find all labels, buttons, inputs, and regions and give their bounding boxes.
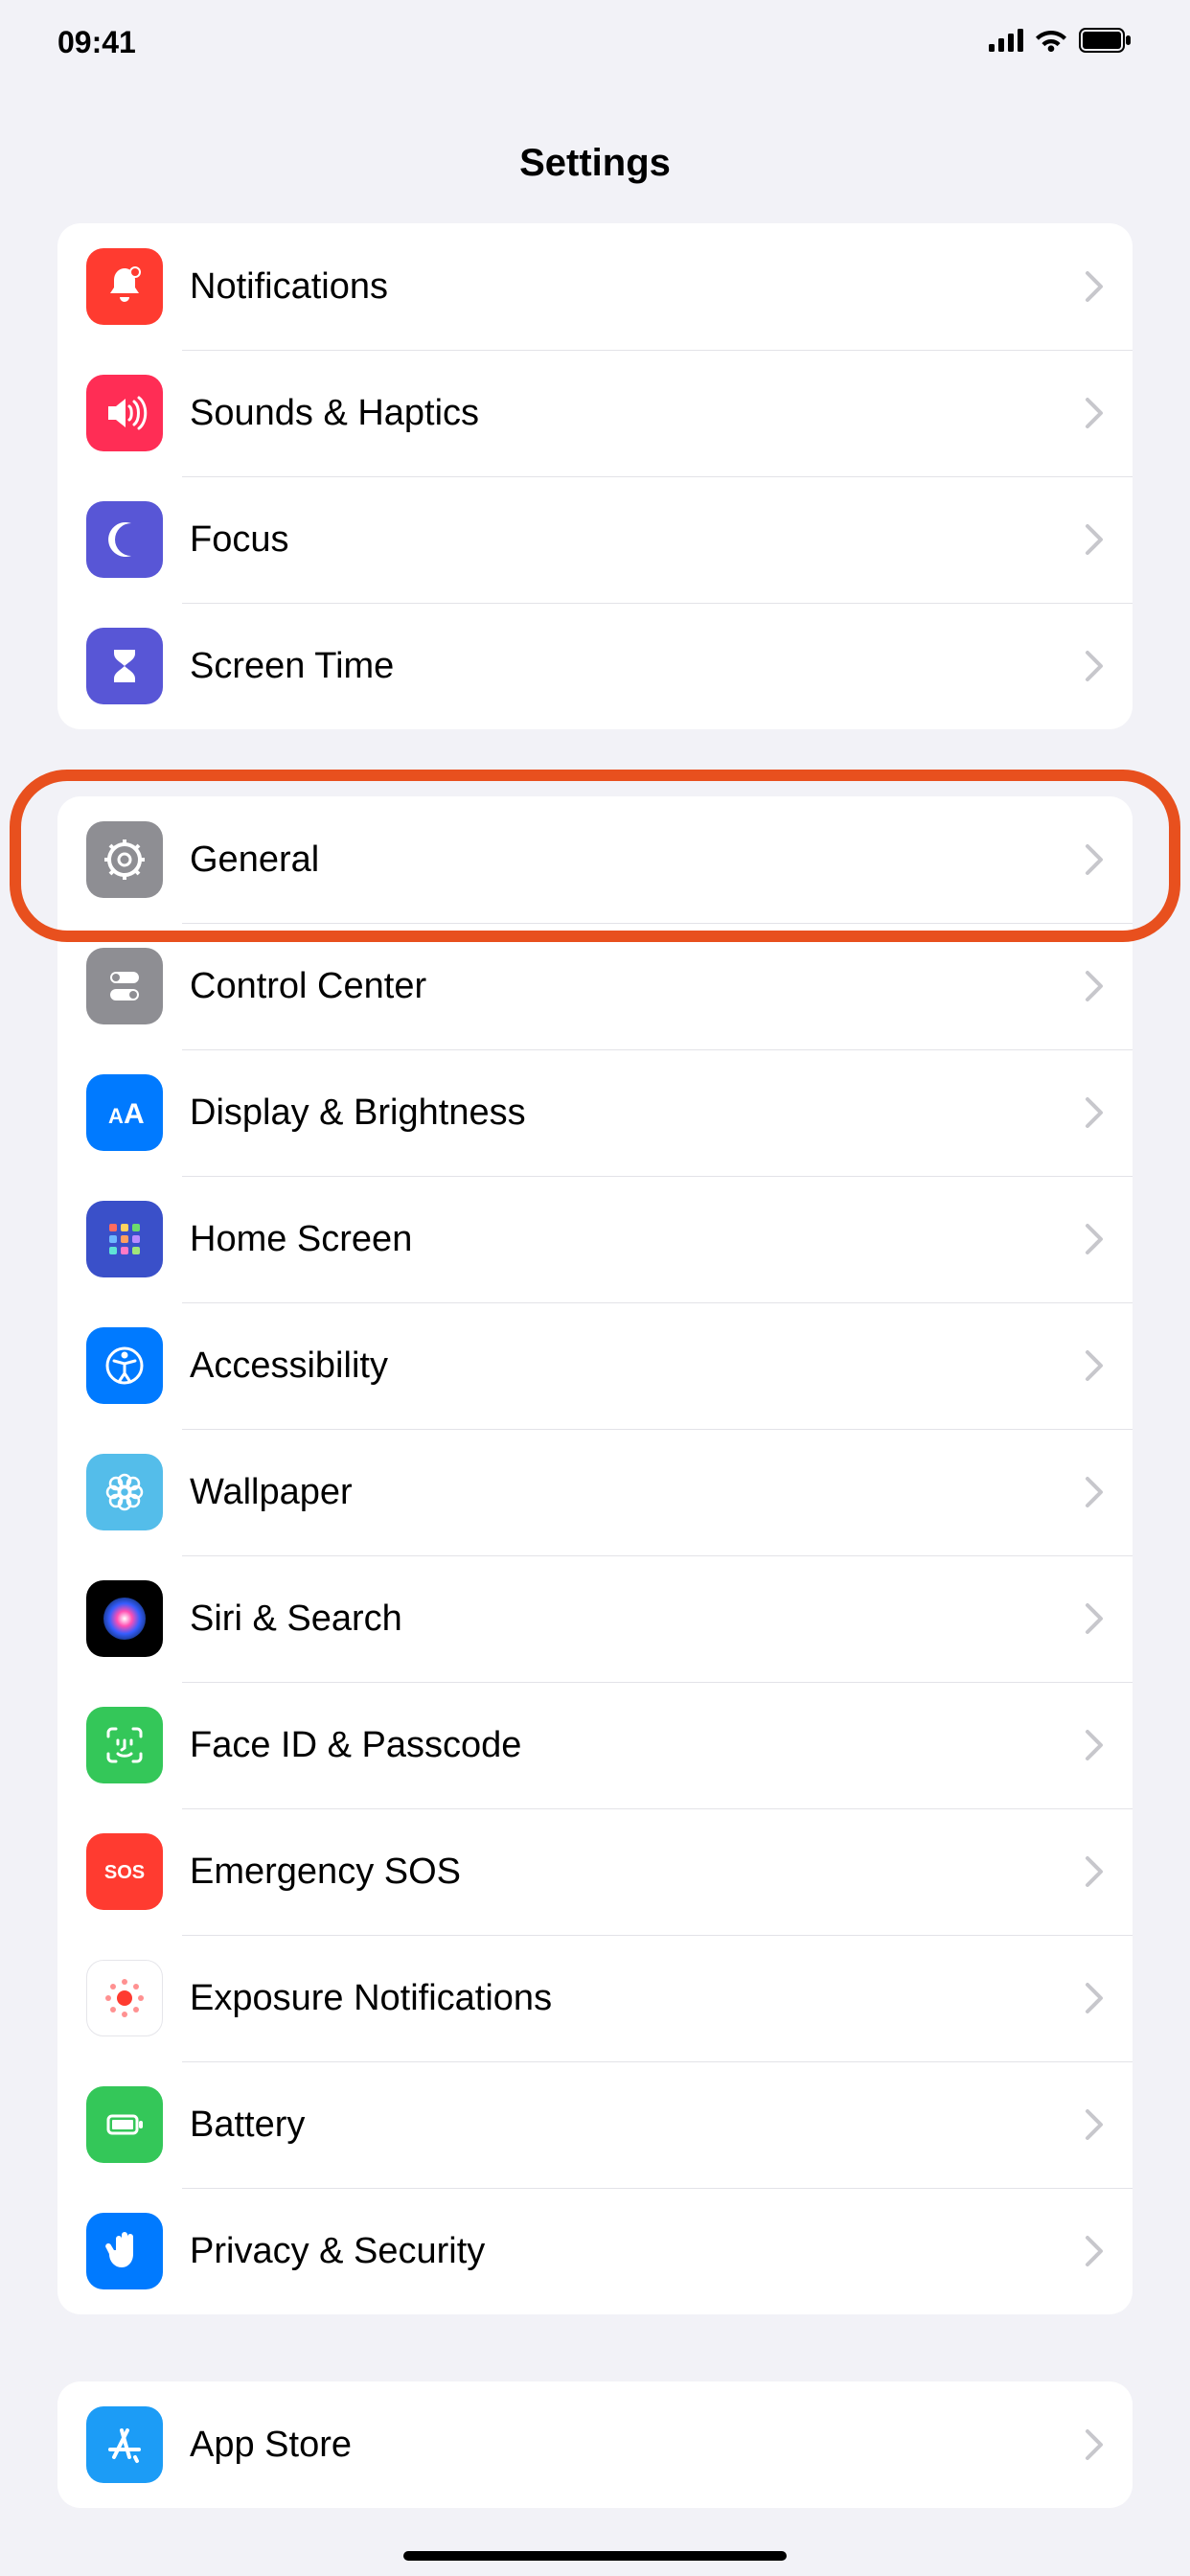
svg-text:A: A bbox=[108, 1104, 124, 1128]
battery-icon bbox=[86, 2086, 163, 2163]
row-label: Sounds & Haptics bbox=[190, 393, 1085, 434]
chevron-right-icon bbox=[1085, 523, 1104, 556]
row-screen-time[interactable]: Screen Time bbox=[57, 603, 1133, 729]
chevron-right-icon bbox=[1085, 2108, 1104, 2141]
chevron-right-icon bbox=[1085, 1223, 1104, 1255]
chevron-right-icon bbox=[1085, 1602, 1104, 1635]
cellular-signal-icon bbox=[989, 29, 1023, 57]
row-label: App Store bbox=[190, 2425, 1085, 2466]
chevron-right-icon bbox=[1085, 270, 1104, 303]
row-siri[interactable]: Siri & Search bbox=[57, 1555, 1133, 1682]
page-title: Settings bbox=[0, 142, 1190, 185]
row-label: Accessibility bbox=[190, 1346, 1085, 1387]
row-face-id[interactable]: Face ID & Passcode bbox=[57, 1682, 1133, 1808]
chevron-right-icon bbox=[1085, 1096, 1104, 1129]
moon-icon bbox=[86, 501, 163, 578]
row-app-store[interactable]: App Store bbox=[57, 2381, 1133, 2508]
row-display[interactable]: AA Display & Brightness bbox=[57, 1049, 1133, 1176]
switches-icon bbox=[86, 948, 163, 1024]
status-icons bbox=[989, 28, 1133, 58]
row-battery[interactable]: Battery bbox=[57, 2061, 1133, 2188]
status-bar: 09:41 bbox=[0, 0, 1190, 84]
chevron-right-icon bbox=[1085, 2428, 1104, 2461]
hand-icon bbox=[86, 2213, 163, 2289]
speaker-wave-icon bbox=[86, 375, 163, 451]
row-label: Face ID & Passcode bbox=[190, 1725, 1085, 1766]
chevron-right-icon bbox=[1085, 1476, 1104, 1508]
svg-text:A: A bbox=[124, 1098, 145, 1130]
faceid-icon bbox=[86, 1707, 163, 1783]
row-label: Battery bbox=[190, 2104, 1085, 2146]
chevron-right-icon bbox=[1085, 2235, 1104, 2267]
row-label: General bbox=[190, 840, 1085, 881]
row-label: Display & Brightness bbox=[190, 1092, 1085, 1134]
gear-icon bbox=[86, 821, 163, 898]
row-focus[interactable]: Focus bbox=[57, 476, 1133, 603]
row-accessibility[interactable]: Accessibility bbox=[57, 1302, 1133, 1429]
row-label: Exposure Notifications bbox=[190, 1978, 1085, 2019]
row-home-screen[interactable]: Home Screen bbox=[57, 1176, 1133, 1302]
chevron-right-icon bbox=[1085, 397, 1104, 429]
row-label: Wallpaper bbox=[190, 1472, 1085, 1513]
flower-icon bbox=[86, 1454, 163, 1530]
row-label: Emergency SOS bbox=[190, 1852, 1085, 1893]
row-control-center[interactable]: Control Center bbox=[57, 923, 1133, 1049]
row-label: Home Screen bbox=[190, 1219, 1085, 1260]
hourglass-icon bbox=[86, 628, 163, 704]
app-grid-icon bbox=[86, 1201, 163, 1277]
chevron-right-icon bbox=[1085, 843, 1104, 876]
bell-badge-icon bbox=[86, 248, 163, 325]
settings-group: App Store bbox=[57, 2381, 1133, 2508]
row-label: Notifications bbox=[190, 266, 1085, 308]
textsize-icon: AA bbox=[86, 1074, 163, 1151]
row-label: Privacy & Security bbox=[190, 2231, 1085, 2272]
row-notifications[interactable]: Notifications bbox=[57, 223, 1133, 350]
svg-text:SOS: SOS bbox=[104, 1862, 145, 1883]
row-label: Focus bbox=[190, 519, 1085, 561]
sos-icon: SOS bbox=[86, 1833, 163, 1910]
chevron-right-icon bbox=[1085, 1982, 1104, 2014]
settings-group: Notifications Sounds & Haptics Focus Scr… bbox=[57, 223, 1133, 729]
appstore-icon bbox=[86, 2406, 163, 2483]
home-indicator bbox=[403, 2551, 787, 2561]
row-sounds[interactable]: Sounds & Haptics bbox=[57, 350, 1133, 476]
title-bar: Settings bbox=[0, 84, 1190, 223]
chevron-right-icon bbox=[1085, 1349, 1104, 1382]
row-exposure[interactable]: Exposure Notifications bbox=[57, 1935, 1133, 2061]
row-label: Screen Time bbox=[190, 646, 1085, 687]
chevron-right-icon bbox=[1085, 1855, 1104, 1888]
wifi-icon bbox=[1035, 29, 1067, 57]
exposure-icon bbox=[86, 1960, 163, 2036]
chevron-right-icon bbox=[1085, 970, 1104, 1002]
battery-icon bbox=[1079, 28, 1133, 58]
status-time: 09:41 bbox=[57, 25, 136, 60]
chevron-right-icon bbox=[1085, 650, 1104, 682]
row-label: Siri & Search bbox=[190, 1598, 1085, 1640]
siri-icon bbox=[86, 1580, 163, 1657]
row-emergency-sos[interactable]: SOS Emergency SOS bbox=[57, 1808, 1133, 1935]
row-general[interactable]: General bbox=[57, 796, 1133, 923]
row-label: Control Center bbox=[190, 966, 1085, 1007]
accessibility-icon bbox=[86, 1327, 163, 1404]
row-privacy[interactable]: Privacy & Security bbox=[57, 2188, 1133, 2314]
chevron-right-icon bbox=[1085, 1729, 1104, 1761]
settings-group: General Control Center AA Display & Brig… bbox=[57, 796, 1133, 2314]
row-wallpaper[interactable]: Wallpaper bbox=[57, 1429, 1133, 1555]
